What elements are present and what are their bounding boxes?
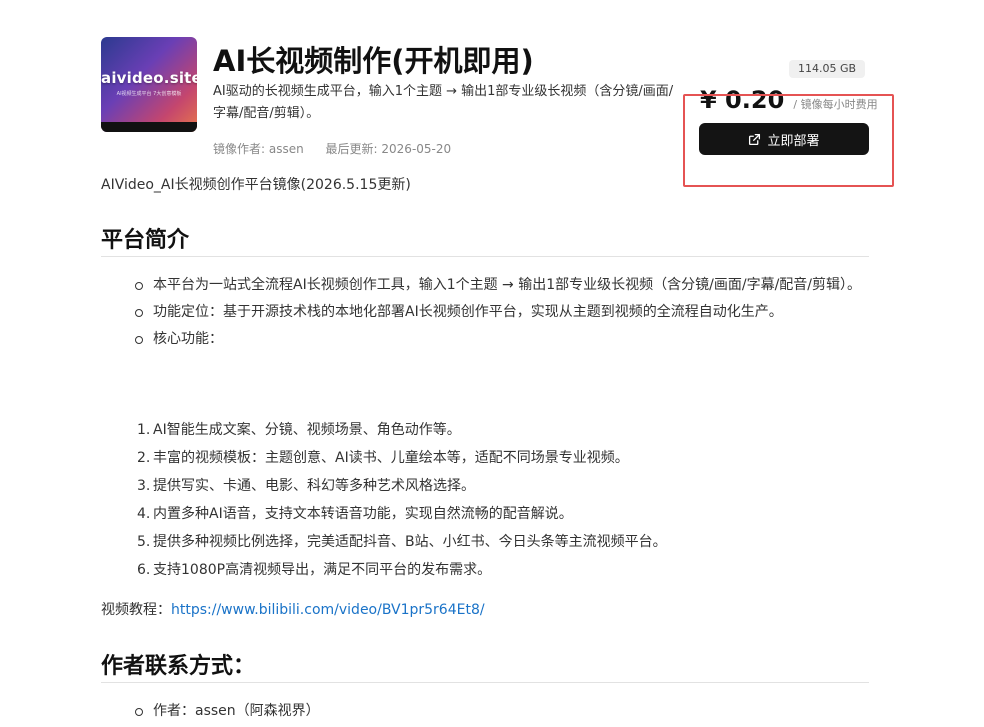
- list-item: 5. 提供多种视频比例选择，完美适配抖音、B站、小红书、今日头条等主流视频平台。: [137, 534, 667, 550]
- price-display: ¥ 0.20 / 镜像每小时费用: [700, 86, 878, 114]
- feature-text: 内置多种AI语音，支持文本转语音功能，实现自然流畅的配音解说。: [153, 506, 573, 522]
- list-item: 4. 内置多种AI语音，支持文本转语音功能，实现自然流畅的配音解说。: [137, 506, 573, 522]
- tutorial-line: 视频教程：https://www.bilibili.com/video/BV1p…: [101, 599, 485, 619]
- product-meta: 镜像作者: assen 最后更新: 2026-05-20: [213, 140, 451, 157]
- list-item: 3. 提供写实、卡通、电影、科幻等多种艺术风格选择。: [137, 478, 475, 494]
- list-item: 作者：assen（阿森视界）: [101, 700, 881, 723]
- list-item: 核心功能：: [101, 328, 881, 351]
- list-item: 功能定位：基于开源技术栈的本地化部署AI长视频创作平台，实现从主题到视频的全流程…: [101, 301, 881, 324]
- feature-text: 提供写实、卡通、电影、科幻等多种艺术风格选择。: [153, 478, 475, 494]
- feature-text: 丰富的视频模板：主题创意、AI读书、儿童绘本等，适配不同场景专业视频。: [153, 450, 629, 466]
- list-item: 6. 支持1080P高清视频导出，满足不同平台的发布需求。: [137, 562, 492, 578]
- author-label: 镜像作者: assen: [213, 142, 304, 156]
- contact-bullet-list: 作者：assen（阿森视界）: [101, 700, 881, 727]
- price-unit: / 镜像每小时费用: [793, 98, 878, 111]
- section-heading-intro: 平台简介: [101, 228, 190, 253]
- deploy-button[interactable]: 立即部署: [699, 123, 869, 155]
- section-heading-contact: 作者联系方式：: [101, 654, 256, 679]
- feature-text: 支持1080P高清视频导出，满足不同平台的发布需求。: [153, 562, 492, 578]
- feature-text: 提供多种视频比例选择，完美适配抖音、B站、小红书、今日头条等主流视频平台。: [153, 534, 667, 550]
- section-divider: [101, 682, 869, 683]
- size-badge: 114.05 GB: [789, 60, 865, 78]
- feature-text: AI智能生成文案、分镜、视频场景、角色动作等。: [153, 422, 461, 438]
- thumbnail-logo-text: aivideo.site: [101, 69, 197, 87]
- feature-list: 1. AI智能生成文案、分镜、视频场景、角色动作等。 2. 丰富的视频模板：主题创意…: [101, 416, 881, 584]
- thumbnail-monitor-base: [101, 122, 197, 132]
- product-thumbnail: aivideo.site AI视频生成平台 7大创意模板: [101, 37, 197, 132]
- tutorial-label: 视频教程：: [101, 602, 171, 618]
- external-link-icon: [749, 133, 761, 145]
- deploy-button-label: 立即部署: [767, 133, 820, 149]
- thumbnail-subtext: AI视频生成平台 7大创意模板: [116, 91, 182, 97]
- list-item: 2. 丰富的视频模板：主题创意、AI读书、儿童绘本等，适配不同场景专业视频。: [137, 450, 629, 466]
- list-item: 本平台为一站式全流程AI长视频创作工具，输入1个主题 → 输出1部专业级长视频（…: [101, 274, 881, 297]
- intro-bullet-list: 本平台为一站式全流程AI长视频创作工具，输入1个主题 → 输出1部专业级长视频（…: [101, 274, 881, 355]
- page-subtitle: AIVideo_AI长视频创作平台镜像(2026.5.15更新): [101, 177, 411, 193]
- list-item: 1. AI智能生成文案、分镜、视频场景、角色动作等。: [137, 422, 461, 438]
- section-divider: [101, 256, 869, 257]
- product-title: AI长视频制作(开机即用): [213, 44, 534, 78]
- tutorial-link[interactable]: https://www.bilibili.com/video/BV1pr5r64…: [171, 602, 485, 618]
- price-amount: ¥ 0.20: [700, 86, 785, 114]
- updated-label: 最后更新: 2026-05-20: [325, 142, 452, 156]
- product-description: AI驱动的长视频生成平台，输入1个主题 → 输出1部专业级长视频（含分镜/画面/…: [213, 84, 674, 121]
